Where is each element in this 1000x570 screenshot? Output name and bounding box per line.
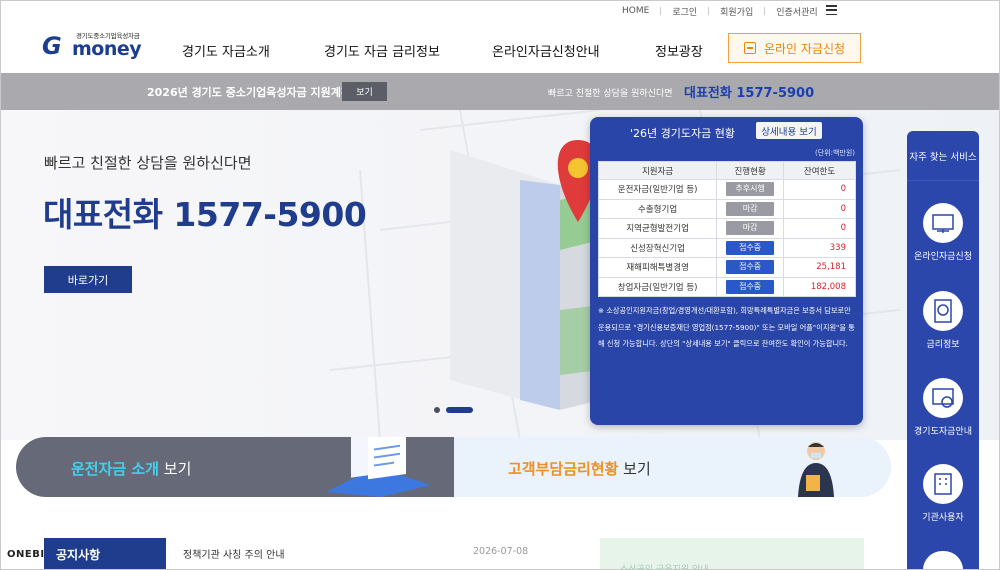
fund-remaining: 0 <box>783 179 856 200</box>
quick-fund-guide-label: 경기도자금안내 <box>914 427 972 437</box>
customer-rate-card[interactable]: 고객부담금리현황 보기 <box>454 437 891 497</box>
fund-remaining: 182,008 <box>783 276 856 297</box>
col-remaining: 잔여한도 <box>783 161 856 180</box>
fund-status-panel: '26년 경기도자금 현황 상세내용 보기 (단위:백만원) 지원자금 진행현황… <box>590 117 863 425</box>
slider-pagination <box>434 407 473 413</box>
online-application-icon <box>923 203 963 243</box>
quick-rate-info-label: 금리정보 <box>926 340 960 350</box>
status-badge: 추후시행 <box>726 182 775 197</box>
status-badge: 마감 <box>726 201 775 216</box>
panel-title: '26년 경기도자금 현황 <box>630 127 735 140</box>
status-badge: 접수중 <box>726 240 775 255</box>
side-banner-text: 소상공인 금융지원 안내 <box>620 565 709 570</box>
fund-status-cell: 접수중 <box>716 276 785 297</box>
quick-rate-info[interactable]: 금리정보 <box>907 291 979 350</box>
logo[interactable]: G 경기도중소기업육성자금 money <box>42 30 152 62</box>
panel-note: ※ 소상공인지원자금(창업/경영개선/대환포함), 희망특례특별자금은 보증서 … <box>598 306 855 348</box>
side-banner[interactable]: 소상공인 금융지원 안내 <box>600 538 864 570</box>
fund-remaining: 0 <box>783 198 856 219</box>
status-badge: 마감 <box>726 221 775 236</box>
documents-illustration <box>326 437 431 497</box>
col-fund: 지원자금 <box>597 161 718 180</box>
online-apply-label: 온라인 자금신청 <box>763 41 846 56</box>
certificate-link[interactable]: 인증서관리 <box>776 5 817 18</box>
fund-status-row: 수출형기업 마감 0 <box>597 198 856 219</box>
fund-name: 재해피해특별경영 <box>597 257 718 278</box>
consultant-illustration <box>798 442 834 497</box>
panel-unit: (단위:백만원) <box>814 149 855 157</box>
customer-rate-rest: 보기 <box>618 460 651 478</box>
band-phone: 대표전화 1577-5900 <box>684 86 815 101</box>
slide-dot-active[interactable] <box>446 407 473 413</box>
hero-title: 대표전화 1577-5900 <box>43 195 367 234</box>
fund-status-table: 지원자금 진행현황 잔여한도 운전자금(일반기업 등) 추후시행 0 수출형기업 마감 0… <box>597 161 856 297</box>
slide-dot[interactable] <box>434 407 440 413</box>
hero-go-button[interactable]: 바로가기 <box>44 266 132 293</box>
fund-name: 신성장혁신기업 <box>597 237 718 258</box>
fund-status-row: 창업자금(일반기업 등) 접수중 182,008 <box>597 276 856 297</box>
status-badge: 접수중 <box>726 279 775 294</box>
status-badge: 접수중 <box>726 260 775 275</box>
fund-status-cell: 마감 <box>716 218 785 239</box>
rate-info-icon <box>923 291 963 331</box>
fund-remaining: 25,181 <box>783 257 856 278</box>
signup-link[interactable]: 회원가입 <box>720 5 753 18</box>
customer-rate-highlight: 고객부담금리현황 <box>508 460 619 478</box>
fund-status-cell: 접수중 <box>716 237 785 258</box>
operating-fund-highlight: 운전자금 소개 <box>71 460 160 478</box>
logo-mark: G <box>42 32 62 60</box>
menu-icon[interactable] <box>826 5 837 15</box>
online-apply-button[interactable]: 온라인 자금신청 <box>728 33 861 63</box>
band-view-button[interactable]: 보기 <box>342 82 387 101</box>
notice-heading[interactable]: 공지사항 <box>44 538 166 570</box>
fund-status-cell: 접수중 <box>716 257 785 278</box>
band-consult-text: 빠르고 친절한 상담을 원하신다면 <box>548 89 673 99</box>
institution-icon <box>923 464 963 504</box>
col-status: 진행현황 <box>716 161 785 180</box>
fund-guide-icon <box>923 378 963 418</box>
quick-institution-label: 기관사용자 <box>922 513 964 523</box>
fund-remaining: 0 <box>783 218 856 239</box>
logo-wordmark: money <box>72 38 142 60</box>
nav-fund-intro[interactable]: 경기도 자금소개 <box>182 41 270 60</box>
fund-status-cell: 추후시행 <box>716 179 785 200</box>
fund-status-row: 재해피해특별경영 접수중 25,181 <box>597 257 856 278</box>
home-link[interactable]: HOME <box>622 6 649 16</box>
hero-subtitle: 빠르고 친절한 상담을 원하신다면 <box>44 154 252 172</box>
fund-name: 운전자금(일반기업 등) <box>597 179 718 200</box>
login-link[interactable]: 로그인 <box>672 5 697 18</box>
nav-info-plaza[interactable]: 정보광장 <box>655 41 703 60</box>
fund-name: 지역균형발전기업 <box>597 218 718 239</box>
panel-detail-button[interactable]: 상세내용 보기 <box>756 122 822 139</box>
utility-nav: HOME 로그인 회원가입 인증서관리 <box>622 4 818 18</box>
quick-institution[interactable]: 기관사용자 <box>907 464 979 523</box>
quick-menu-title: 자주 찾는 서비스 <box>907 131 979 181</box>
fund-remaining: 339 <box>783 237 856 258</box>
notice-band: 2026년 경기도 중소기업육성자금 지원계획 보기 빠르고 친절한 상담을 원… <box>0 73 1000 110</box>
checklist-icon[interactable] <box>923 551 963 570</box>
notice-item-title[interactable]: 정책기관 사칭 주의 안내 <box>183 546 285 561</box>
fund-status-row: 신성장혁신기업 접수중 339 <box>597 237 856 258</box>
fund-name: 수출형기업 <box>597 198 718 219</box>
quick-online-apply[interactable]: 온라인자금신청 <box>907 203 979 262</box>
document-icon <box>743 42 756 54</box>
operating-fund-rest: 보기 <box>159 460 192 478</box>
fund-status-row: 지역균형발전기업 마감 0 <box>597 218 856 239</box>
quick-online-apply-label: 온라인자금신청 <box>914 252 972 262</box>
notice-item-date: 2026-07-08 <box>473 546 529 557</box>
quick-fund-guide[interactable]: 경기도자금안내 <box>907 378 979 437</box>
fund-status-row: 운전자금(일반기업 등) 추후시행 0 <box>597 179 856 200</box>
fund-status-cell: 마감 <box>716 198 785 219</box>
nav-online-guide[interactable]: 온라인자금신청안내 <box>492 41 600 60</box>
quick-menu: 자주 찾는 서비스 온라인자금신청 금리정보 경기도자금안내 기관사용자 <box>907 131 979 570</box>
fund-name: 창업자금(일반기업 등) <box>597 276 718 297</box>
band-notice[interactable]: 2026년 경기도 중소기업육성자금 지원계획 <box>147 84 351 100</box>
operating-fund-card[interactable]: 운전자금 소개 보기 <box>16 437 456 497</box>
nav-rate-info[interactable]: 경기도 자금 금리정보 <box>324 41 440 60</box>
